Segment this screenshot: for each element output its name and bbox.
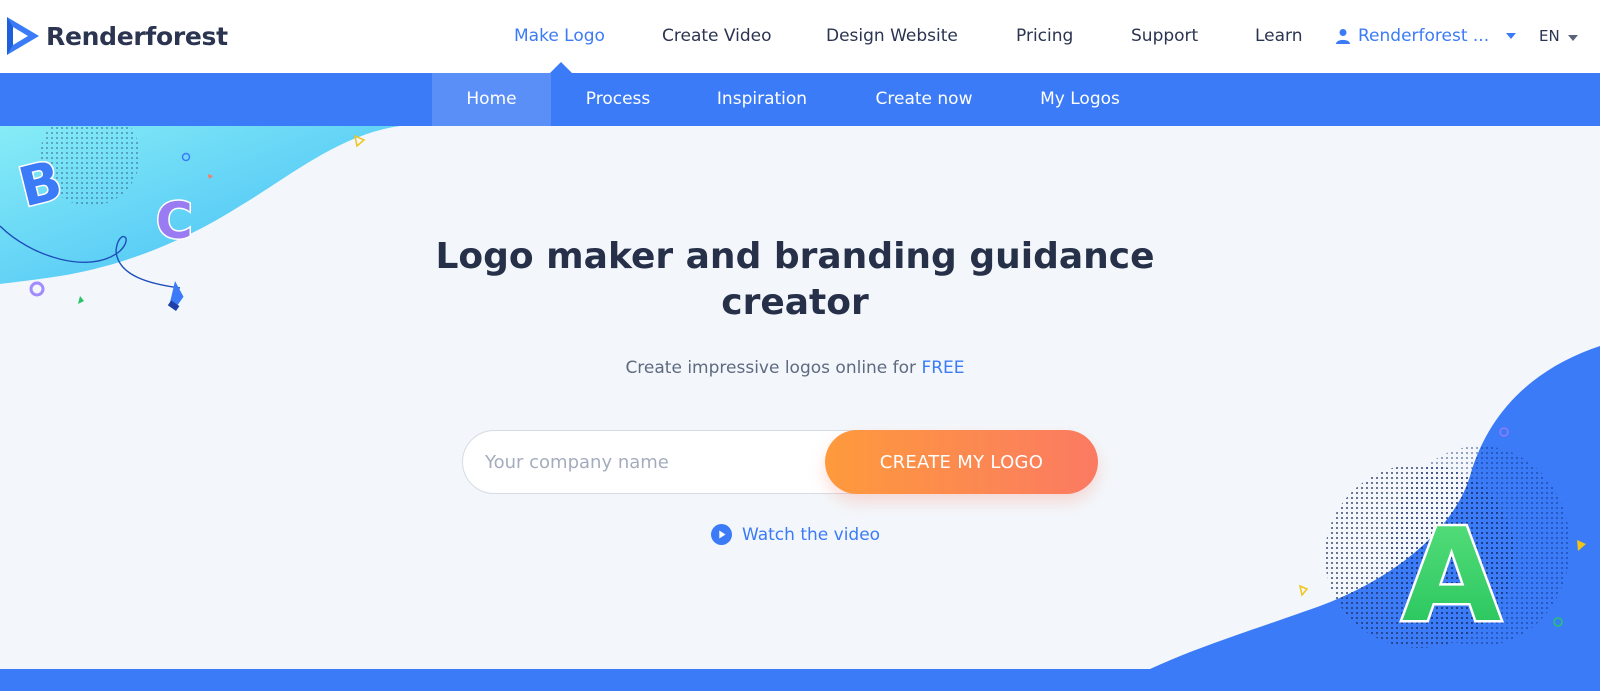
user-menu-label: Renderforest ...	[1358, 26, 1490, 46]
free-highlight: FREE	[921, 358, 965, 378]
nav-make-logo[interactable]: Make Logo	[514, 26, 605, 46]
language-label: EN	[1539, 27, 1560, 45]
subtitle-text: Create impressive logos online for	[625, 358, 917, 378]
user-menu[interactable]: Renderforest ...	[1335, 26, 1517, 46]
bottom-band	[0, 669, 1600, 691]
active-nav-indicator	[550, 62, 572, 73]
create-my-logo-button[interactable]: CREATE MY LOGO	[825, 430, 1098, 494]
user-icon	[1336, 29, 1350, 44]
hero-section: B C A Logo maker and branding guidance c…	[0, 126, 1600, 669]
hero-decoration: B C A	[0, 126, 1600, 669]
decor-letter-a: A	[1402, 502, 1501, 651]
subnav-process[interactable]: Process	[568, 73, 668, 126]
subnav-my-logos[interactable]: My Logos	[1030, 73, 1130, 126]
logo-form: CREATE MY LOGO	[462, 430, 1098, 494]
nav-learn[interactable]: Learn	[1255, 26, 1303, 46]
decor-letter-c: C	[156, 192, 193, 250]
nav-create-video[interactable]: Create Video	[662, 26, 772, 46]
nav-design-website[interactable]: Design Website	[826, 26, 958, 46]
nav-pricing[interactable]: Pricing	[1016, 26, 1073, 46]
page-title: Logo maker and branding guidance creator	[435, 236, 1155, 323]
nav-support[interactable]: Support	[1131, 26, 1198, 46]
hero-subtitle: Create impressive logos online for FREE	[540, 358, 1050, 378]
play-icon	[711, 524, 732, 545]
subnav-home[interactable]: Home	[432, 73, 551, 126]
watch-video-label: Watch the video	[742, 524, 881, 545]
main-navigation: Make Logo Create Video Design Website Pr…	[0, 0, 1600, 73]
watch-video-link[interactable]: Watch the video	[711, 524, 880, 545]
subnav-create-now[interactable]: Create now	[863, 73, 985, 126]
subnav-inspiration[interactable]: Inspiration	[702, 73, 822, 126]
top-header: Renderforest Make Logo Create Video Desi…	[0, 0, 1600, 73]
sub-navigation: Home Process Inspiration Create now My L…	[0, 73, 1600, 126]
language-selector[interactable]: EN	[1539, 27, 1578, 45]
company-name-input[interactable]	[462, 430, 882, 494]
chevron-down-icon	[1506, 33, 1517, 39]
chevron-down-icon	[1567, 35, 1578, 41]
